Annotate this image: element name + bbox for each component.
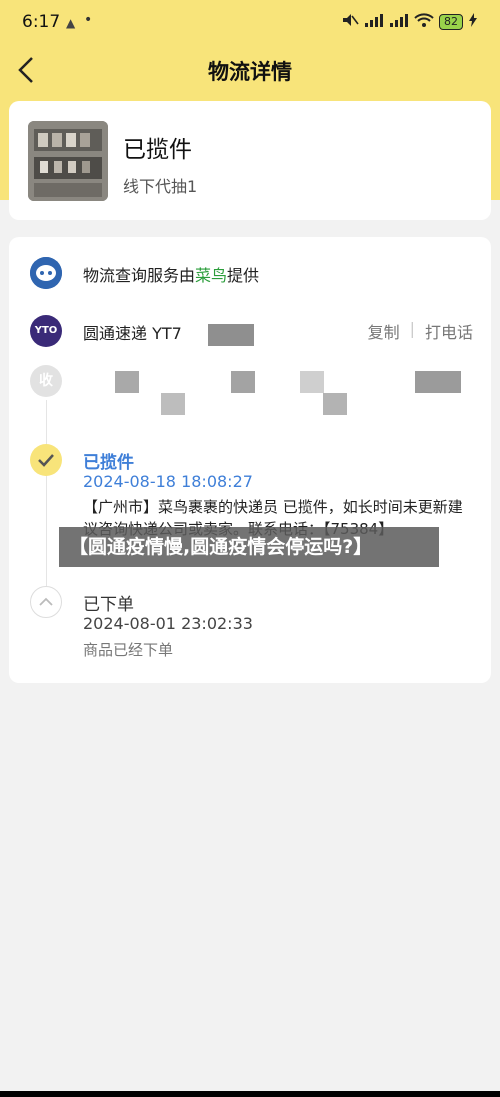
wifi-icon <box>414 13 434 31</box>
chevron-up-icon <box>30 586 62 618</box>
provider-prefix: 物流查询服务由 <box>83 266 196 285</box>
redacted-block <box>231 371 255 393</box>
package-card[interactable]: 已揽件 线下代抽1 <box>9 101 491 220</box>
event-time: 2024-08-18 18:08:27 <box>83 472 253 491</box>
provider-line: 物流查询服务由菜鸟提供 <box>83 262 259 286</box>
redacted-block <box>161 393 185 415</box>
timeline-line <box>46 400 47 586</box>
signal-icon <box>364 13 384 31</box>
logistics-card: 物流查询服务由菜鸟提供 YTO 圆通速递 YT7 复制 | 打电话 收 已揽件 … <box>9 237 491 683</box>
provider-name: 菜鸟 <box>195 266 228 285</box>
carrier-tracking: 圆通速递 YT7 <box>83 324 182 343</box>
event-time: 2024-08-01 23:02:33 <box>83 614 253 633</box>
check-icon <box>30 444 62 476</box>
product-thumbnail <box>28 121 108 201</box>
redacted-tracking <box>208 324 254 346</box>
status-time: 6:17 <box>22 12 61 32</box>
redacted-block <box>300 371 324 393</box>
notification-icon: ▲ <box>66 16 76 30</box>
status-icons: 82 <box>341 12 478 32</box>
charging-icon <box>468 13 478 31</box>
package-status: 已揽件 <box>123 137 192 163</box>
call-button[interactable]: 打电话 <box>425 319 473 343</box>
carrier-actions: 复制 | 打电话 <box>368 319 473 343</box>
signal-icon <box>389 13 409 31</box>
copy-button[interactable]: 复制 <box>368 319 400 343</box>
collapse-button[interactable]: 收 <box>30 365 62 397</box>
event-title: 已下单 <box>83 595 134 615</box>
status-bar: 6:17 ▲ • 82 <box>0 0 500 44</box>
event-title: 已揽件 <box>83 453 134 473</box>
page-title: 物流详情 <box>208 60 292 84</box>
provider-suffix: 提供 <box>227 266 260 285</box>
yto-logo-icon: YTO <box>30 315 62 347</box>
overlay-caption: 【圆通疫情慢,圆通疫情会停运吗?】 <box>59 527 439 567</box>
battery-icon: 82 <box>439 14 463 30</box>
home-indicator <box>0 1091 500 1097</box>
redacted-block <box>115 371 139 393</box>
mute-icon <box>341 12 359 32</box>
dot-icon: • <box>84 12 93 28</box>
redacted-block <box>323 393 347 415</box>
cainiao-icon <box>30 257 62 289</box>
redacted-block <box>415 371 461 393</box>
package-subtitle: 线下代抽1 <box>123 177 198 196</box>
event-description: 商品已经下单 <box>83 641 174 659</box>
divider: | <box>409 319 415 338</box>
